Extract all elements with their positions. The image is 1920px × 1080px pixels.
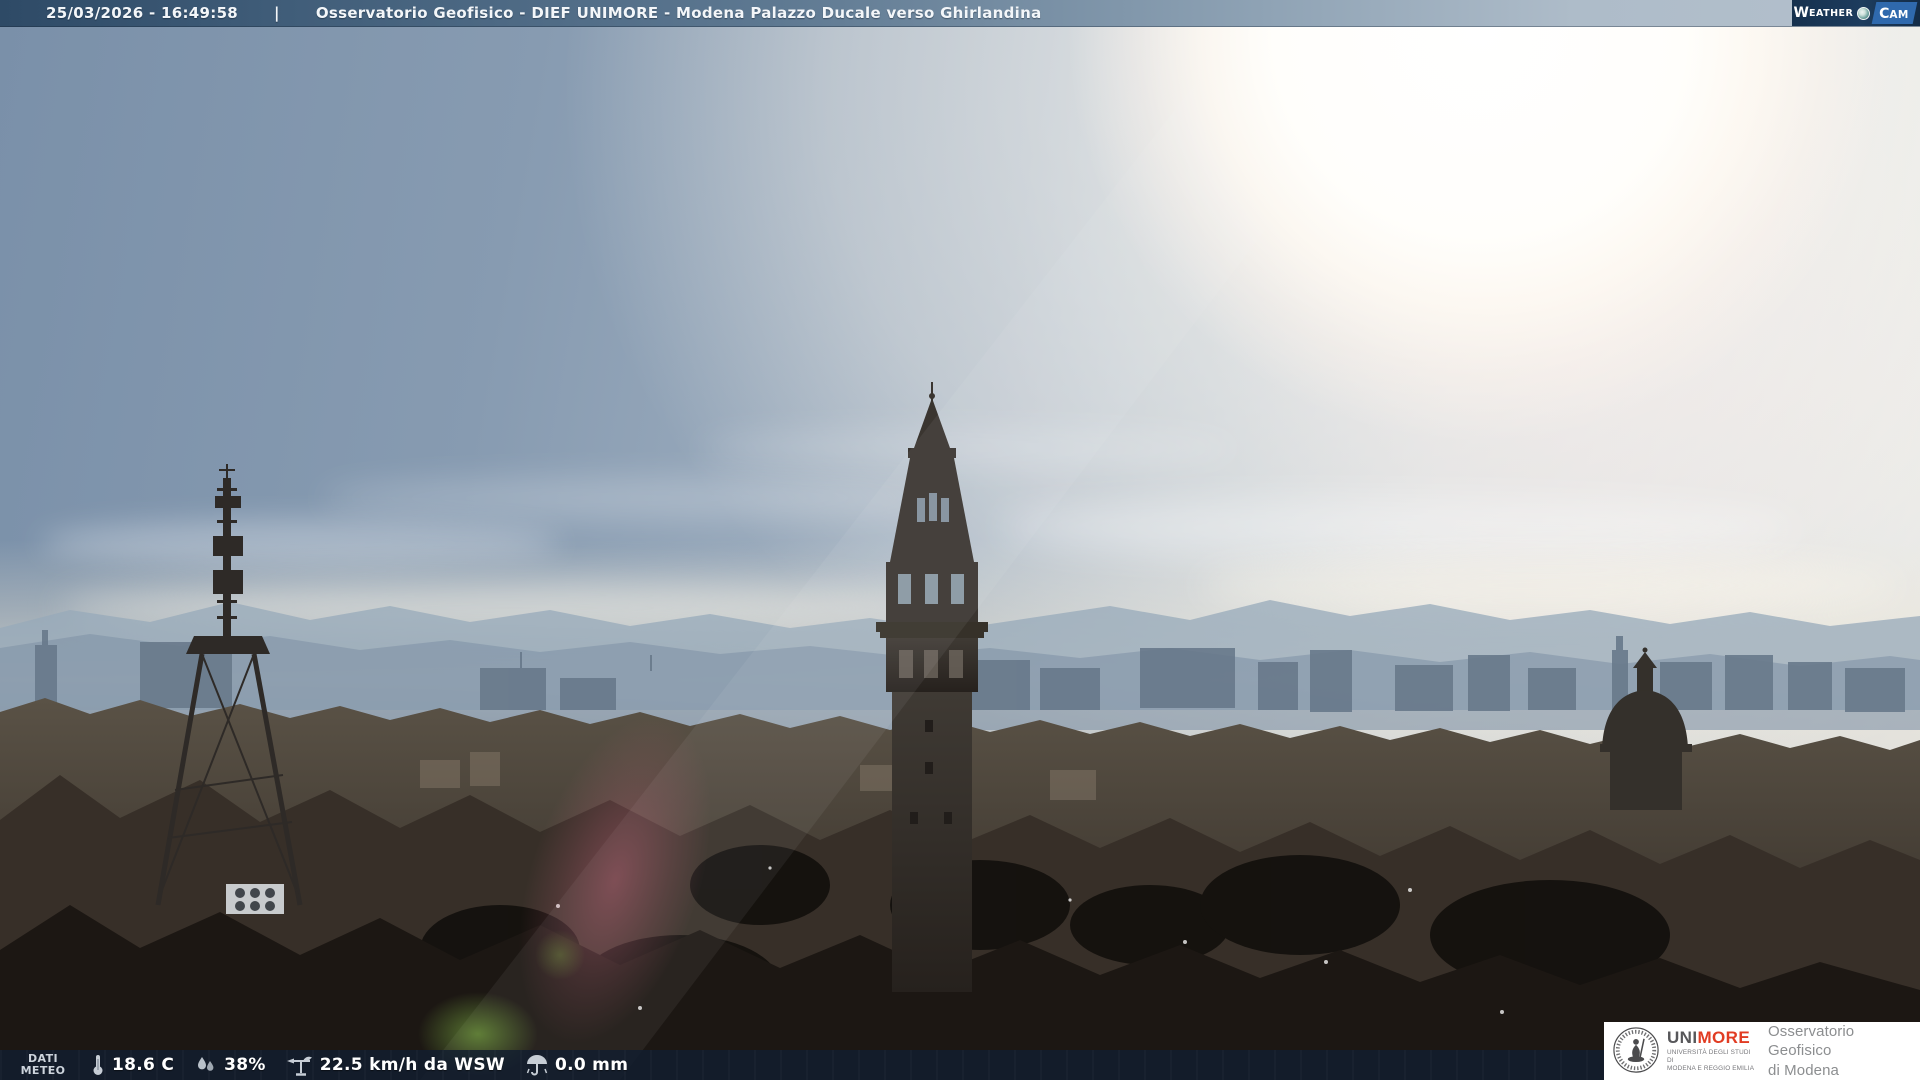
lit-facades — [420, 752, 1096, 800]
humidity-readout: 38% — [194, 1054, 266, 1076]
wind-value: 22.5 km/h da WSW — [319, 1055, 505, 1075]
green-lens-flare-small — [535, 930, 585, 980]
unimore-seal-icon — [1613, 1027, 1659, 1073]
unimore-wordmark: UNIMORE — [1667, 1028, 1751, 1047]
ghirlandina-tower-silhouette — [876, 382, 988, 992]
precipitation-readout: 0.0 mm — [525, 1054, 628, 1076]
weathercam-word: W — [1793, 5, 1809, 21]
humidity-drops-icon — [194, 1054, 218, 1076]
cloud-wisp — [320, 478, 940, 518]
university-name: UNIVERSITÀ DEGLI STUDI DI MODENA E REGGI… — [1667, 1049, 1755, 1072]
cloud-wisp — [40, 520, 560, 566]
cloud-haze — [60, 583, 960, 633]
humidity-value: 38% — [224, 1055, 266, 1075]
church-dome-silhouette — [1600, 647, 1692, 810]
tree-silhouettes — [420, 845, 1670, 1035]
skyline-buildings — [35, 630, 1905, 712]
rooftop-hvac-unit — [226, 884, 284, 914]
top-bar: 25/03/2026 - 16:49:58 | Osservatorio Geo… — [0, 0, 1920, 27]
webcam-frame: 25/03/2026 - 16:49:58 | Osservatorio Geo… — [0, 0, 1920, 1080]
unimore-panel: UNIMORE UNIVERSITÀ DEGLI STUDI DI MODENA… — [1604, 1022, 1920, 1080]
datetime-text: 25/03/2026 - 16:49:58 — [46, 4, 239, 22]
weathercam-cam-badge: CAM — [1872, 2, 1918, 24]
camera-lens-icon — [1857, 6, 1871, 20]
webcam-photo — [0, 0, 1920, 1080]
title-separator: | — [274, 4, 280, 22]
precipitation-value: 0.0 mm — [554, 1055, 629, 1075]
observatory-name: Osservatorio Geofisico di Modena — [1768, 1022, 1855, 1079]
pink-lens-flare — [518, 716, 712, 1044]
temperature-readout: 18.6 C — [90, 1054, 174, 1076]
cloud-wisp — [1000, 498, 1800, 558]
umbrella-icon — [525, 1054, 549, 1076]
wind-readout: 22.5 km/h da WSW — [286, 1053, 505, 1077]
dati-meteo-label: DATI METEO — [20, 1052, 66, 1077]
thermometer-icon — [90, 1054, 106, 1076]
cloud-haze — [1200, 558, 1900, 613]
cloud-wisp — [700, 430, 1240, 466]
weathercam-logo: W EATHER CAM — [1792, 0, 1920, 26]
camera-title: Osservatorio Geofisico - DIEF UNIMORE - … — [315, 4, 1042, 22]
city-light-glints — [556, 866, 1504, 1014]
wind-vane-icon — [286, 1053, 314, 1077]
temperature-value: 18.6 C — [112, 1055, 175, 1075]
unimore-wordmark-block: UNIMORE UNIVERSITÀ DEGLI STUDI DI MODENA… — [1667, 1029, 1758, 1073]
